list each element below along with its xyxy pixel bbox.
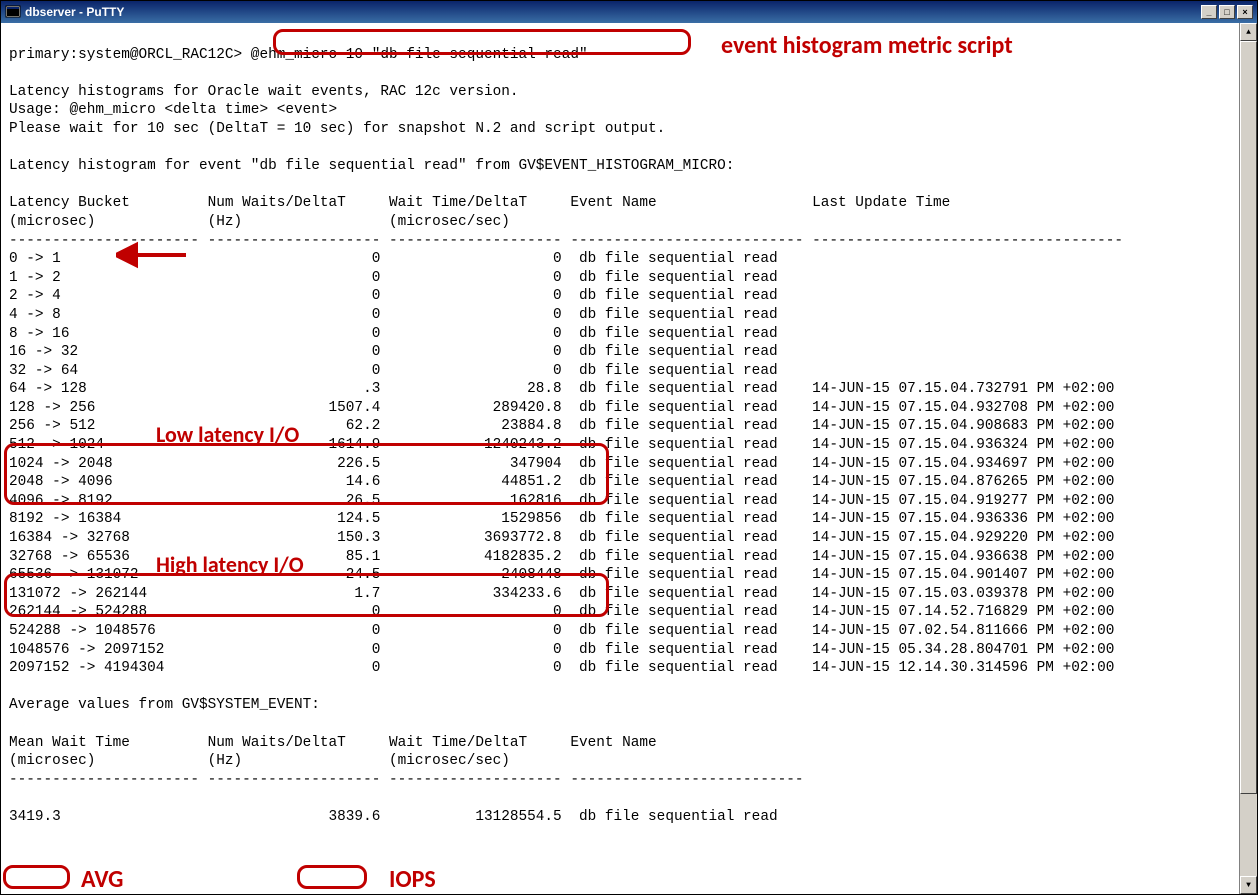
scroll-up-button[interactable]: ▲ bbox=[1240, 23, 1257, 41]
terminal-output[interactable]: primary:system@ORCL_RAC12C> @ehm_micro 1… bbox=[1, 23, 1239, 894]
scroll-down-button[interactable]: ▼ bbox=[1240, 876, 1257, 894]
window-title: dbserver - PuTTY bbox=[25, 5, 1201, 19]
close-button[interactable]: × bbox=[1237, 5, 1253, 19]
scrollbar[interactable]: ▲ ▼ bbox=[1239, 23, 1257, 894]
window-titlebar: dbserver - PuTTY _ □ × bbox=[1, 1, 1257, 23]
maximize-button[interactable]: □ bbox=[1219, 5, 1235, 19]
minimize-button[interactable]: _ bbox=[1201, 5, 1217, 19]
terminal-icon bbox=[5, 4, 21, 20]
scroll-thumb[interactable] bbox=[1240, 41, 1257, 794]
